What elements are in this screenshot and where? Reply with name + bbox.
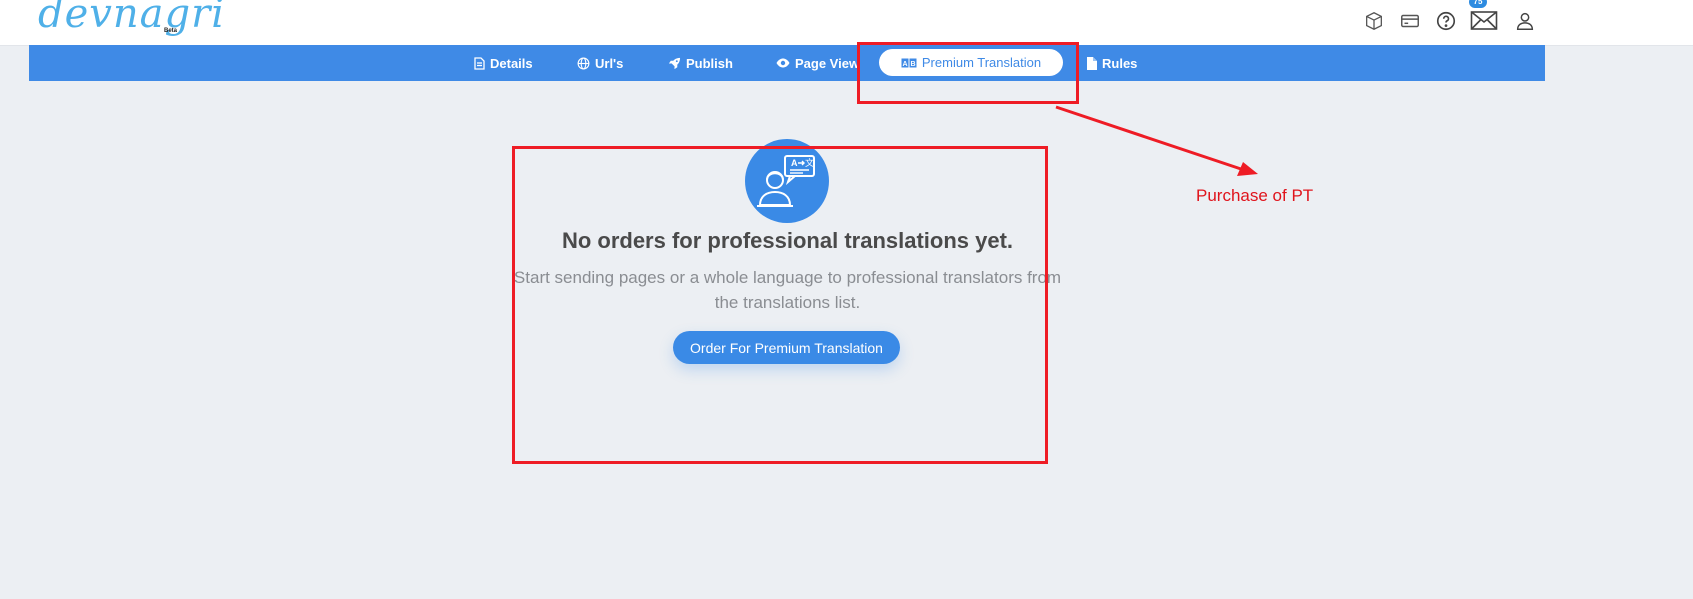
tab-urls[interactable]: Url's <box>577 45 623 81</box>
tab-page-view[interactable]: Page View <box>776 45 859 81</box>
globe-icon <box>577 57 590 70</box>
tab-label: Page View <box>795 55 860 71</box>
tab-label: Publish <box>686 55 733 71</box>
subtitle-line: Start sending pages or a whole language … <box>513 268 1062 287</box>
svg-text:B: B <box>910 61 915 68</box>
help-icon[interactable] <box>1433 8 1459 34</box>
mail-count-badge: 75 <box>1469 0 1487 8</box>
devnagri-logo[interactable]: devnagri <box>38 0 225 34</box>
rocket-icon <box>668 57 681 70</box>
tab-details[interactable]: Details <box>474 45 533 81</box>
tab-rules[interactable]: Rules <box>1087 45 1137 81</box>
translate-icon: AB <box>901 58 917 68</box>
empty-state-subtitle: Start sending pages or a whole language … <box>490 265 1085 315</box>
credit-card-icon[interactable] <box>1397 8 1423 34</box>
svg-text:文: 文 <box>805 157 814 168</box>
order-premium-translation-button[interactable]: Order For Premium Translation <box>673 331 900 364</box>
tab-premium-translation[interactable]: AB Premium Translation <box>879 49 1063 76</box>
translator-icon: A 文 <box>745 139 829 223</box>
mail-icon[interactable] <box>1469 8 1499 34</box>
empty-state-title: No orders for professional translations … <box>561 228 1014 253</box>
svg-text:A: A <box>791 158 798 168</box>
beta-badge: Beta <box>164 28 178 34</box>
top-header: devnagri Beta 75 <box>0 0 1693 46</box>
tab-publish[interactable]: Publish <box>668 45 733 81</box>
svg-text:A: A <box>902 61 907 68</box>
tab-label: Url's <box>595 55 624 71</box>
user-icon[interactable] <box>1512 8 1538 34</box>
tab-label: Details <box>490 55 533 71</box>
tab-label: Rules <box>1102 55 1138 71</box>
subtitle-line: the translations list. <box>714 293 861 312</box>
package-icon[interactable] <box>1361 8 1387 34</box>
annotation-label: Purchase of PT <box>1196 186 1314 205</box>
file-icon <box>1087 56 1097 70</box>
eye-icon <box>776 58 790 68</box>
document-icon <box>474 56 485 70</box>
tab-navbar: Details Url's Publish Page View AB Premi… <box>29 45 1545 81</box>
tab-label: Premium Translation <box>921 55 1042 70</box>
